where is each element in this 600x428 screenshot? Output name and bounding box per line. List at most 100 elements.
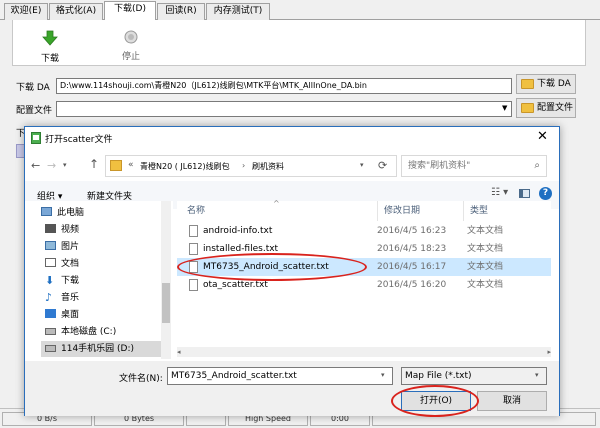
download-agent-field[interactable]: D:\www.114shouji.com\青橙N20（JL612)线刷包\MTK…: [56, 78, 512, 94]
file-modified: 2016/4/5 18:23: [377, 244, 447, 254]
breadcrumb-item[interactable]: 刷机资料: [252, 161, 284, 172]
file-type-select[interactable]: Map File (*.txt): [401, 367, 547, 385]
drive-icon: [45, 345, 56, 352]
file-type-dropdown-icon[interactable]: ▾: [535, 371, 539, 379]
scatter-button[interactable]: 配置文件: [516, 98, 576, 118]
dialog-titlebar: 打开scatter文件 ✕: [25, 127, 559, 149]
nav-item-pictures[interactable]: 图片: [45, 239, 79, 255]
navigation-pane: 此电脑 视频 图片 文档 ⬇ 下载 ♪ 音乐 桌面 本地磁盘 (C:) 114手机乐…: [25, 201, 173, 359]
scatter-label: 配置文件: [16, 106, 53, 116]
document-icon: [45, 258, 56, 267]
file-modified: 2016/4/5 16:20: [377, 280, 447, 290]
nav-item-label: 文档: [61, 259, 80, 269]
column-header-modified[interactable]: 修改日期: [377, 201, 420, 221]
folder-icon: [110, 160, 122, 171]
nav-item-drive-d[interactable]: 114手机乐园 (D:): [41, 341, 169, 357]
filename-label: 文件名(N):: [119, 374, 163, 384]
forward-arrow-icon[interactable]: →: [47, 159, 56, 172]
scroll-left-icon[interactable]: ◂: [177, 348, 181, 356]
nav-item-label: 下载: [61, 276, 80, 286]
view-options-icon[interactable]: ☷ ▾: [491, 187, 508, 198]
file-list: 名称 ^ 修改日期 类型 android-info.txt 2016/4/5 16…: [177, 199, 551, 359]
nav-item-documents[interactable]: 文档: [45, 256, 79, 272]
breadcrumb-separator: ›: [242, 161, 246, 170]
back-arrow-icon[interactable]: ←: [31, 159, 40, 172]
nav-item-label: 图片: [61, 242, 80, 252]
folder-icon: [521, 103, 534, 113]
download-button[interactable]: 下载: [30, 30, 70, 64]
help-icon[interactable]: ?: [539, 187, 552, 200]
file-type: 文本文档: [467, 280, 504, 290]
download-agent-label: 下载 DA: [16, 83, 50, 93]
breadcrumb-prefix: «: [128, 160, 134, 170]
search-input[interactable]: 搜索"刷机资料" ⌕: [401, 155, 547, 177]
close-icon[interactable]: ✕: [537, 129, 548, 144]
nav-item-label: 音乐: [61, 293, 80, 303]
nav-item-label: 此电脑: [57, 208, 85, 218]
tab-bar: 欢迎(E) 格式化(A) 下载(D) 回读(R) 内存测试(T): [0, 0, 600, 21]
preview-pane-icon[interactable]: [519, 189, 530, 198]
nav-item-music[interactable]: ♪ 音乐: [45, 290, 79, 306]
drive-icon: [45, 328, 56, 335]
dialog-footer: 文件名(N): MT6735_Android_scatter.txt ▾ Map…: [25, 361, 559, 417]
column-header-type[interactable]: 类型: [463, 201, 488, 221]
stop-icon: [124, 30, 138, 44]
nav-scrollbar-thumb[interactable]: [162, 283, 170, 323]
highlight-ellipse: [177, 253, 367, 281]
scroll-right-icon[interactable]: ▸: [547, 348, 551, 356]
breadcrumb-item[interactable]: 青橙N20 ( JL612)线刷包: [140, 161, 230, 172]
file-type: 文本文档: [467, 244, 504, 254]
highlight-ellipse: [391, 385, 479, 417]
scatter-field[interactable]: [56, 101, 512, 117]
nav-item-label: 视频: [61, 225, 80, 235]
picture-icon: [45, 241, 56, 250]
app-icon: [31, 132, 41, 144]
nav-item-drive-c[interactable]: 本地磁盘 (C:): [45, 324, 116, 340]
nav-item-downloads[interactable]: ⬇ 下载: [45, 273, 79, 289]
nav-item-this-pc[interactable]: 此电脑: [41, 205, 84, 221]
recent-dropdown-icon[interactable]: ▾: [63, 161, 67, 169]
text-file-icon: [189, 243, 198, 255]
nav-item-label: 114手机乐园 (D:): [61, 344, 135, 354]
download-agent-button-label: 下载 DA: [537, 79, 571, 89]
tab-readback[interactable]: 回读(R): [157, 3, 205, 20]
up-arrow-icon[interactable]: ↑: [89, 157, 99, 171]
refresh-icon[interactable]: ⟳: [378, 159, 387, 172]
file-list-hscrollbar[interactable]: ◂ ▸: [177, 347, 551, 357]
filename-input[interactable]: MT6735_Android_scatter.txt: [167, 367, 393, 385]
nav-item-videos[interactable]: 视频: [45, 222, 79, 238]
cancel-button[interactable]: 取消: [477, 391, 547, 411]
file-type: 文本文档: [467, 262, 504, 272]
nav-item-desktop[interactable]: 桌面: [45, 307, 79, 323]
filename-dropdown-icon[interactable]: ▾: [381, 371, 385, 379]
scatter-dropdown-icon[interactable]: ▼: [502, 104, 507, 112]
desktop-icon: [45, 309, 56, 318]
address-bar[interactable]: « 青橙N20 ( JL612)线刷包 › 刷机资料 ▾ ⟳: [105, 155, 397, 177]
column-header-name[interactable]: 名称: [187, 201, 205, 221]
stop-button[interactable]: 停止: [111, 30, 151, 62]
nav-scrollbar[interactable]: [161, 201, 171, 359]
video-icon: [45, 224, 56, 233]
file-modified: 2016/4/5 16:17: [377, 262, 447, 272]
music-icon: ♪: [45, 291, 53, 304]
tab-download[interactable]: 下载(D): [104, 1, 156, 21]
computer-icon: [41, 207, 52, 216]
file-modified: 2016/4/5 16:23: [377, 226, 447, 236]
toolbar: 下载 停止: [12, 20, 586, 66]
chevron-down-icon[interactable]: ▾: [360, 161, 364, 169]
folder-icon: [521, 79, 534, 89]
sort-chevron-icon: ^: [273, 199, 280, 208]
download-agent-button[interactable]: 下载 DA: [516, 74, 576, 94]
nav-item-label: 桌面: [61, 310, 80, 320]
nav-item-label: 本地磁盘 (C:): [61, 327, 117, 337]
tab-welcome[interactable]: 欢迎(E): [4, 3, 48, 20]
file-row[interactable]: android-info.txt 2016/4/5 16:23 文本文档: [177, 222, 551, 240]
file-type: 文本文档: [467, 226, 504, 236]
download-arrow-icon: [42, 30, 58, 46]
file-name: android-info.txt: [203, 226, 273, 236]
download-button-label: 下载: [40, 54, 59, 64]
tab-memory-test[interactable]: 内存测试(T): [206, 3, 270, 20]
text-file-icon: [189, 225, 198, 237]
open-scatter-dialog: 打开scatter文件 ✕ ← → ▾ ↑ « 青橙N20 ( JL612)线刷…: [24, 126, 560, 417]
tab-format[interactable]: 格式化(A): [49, 3, 103, 20]
